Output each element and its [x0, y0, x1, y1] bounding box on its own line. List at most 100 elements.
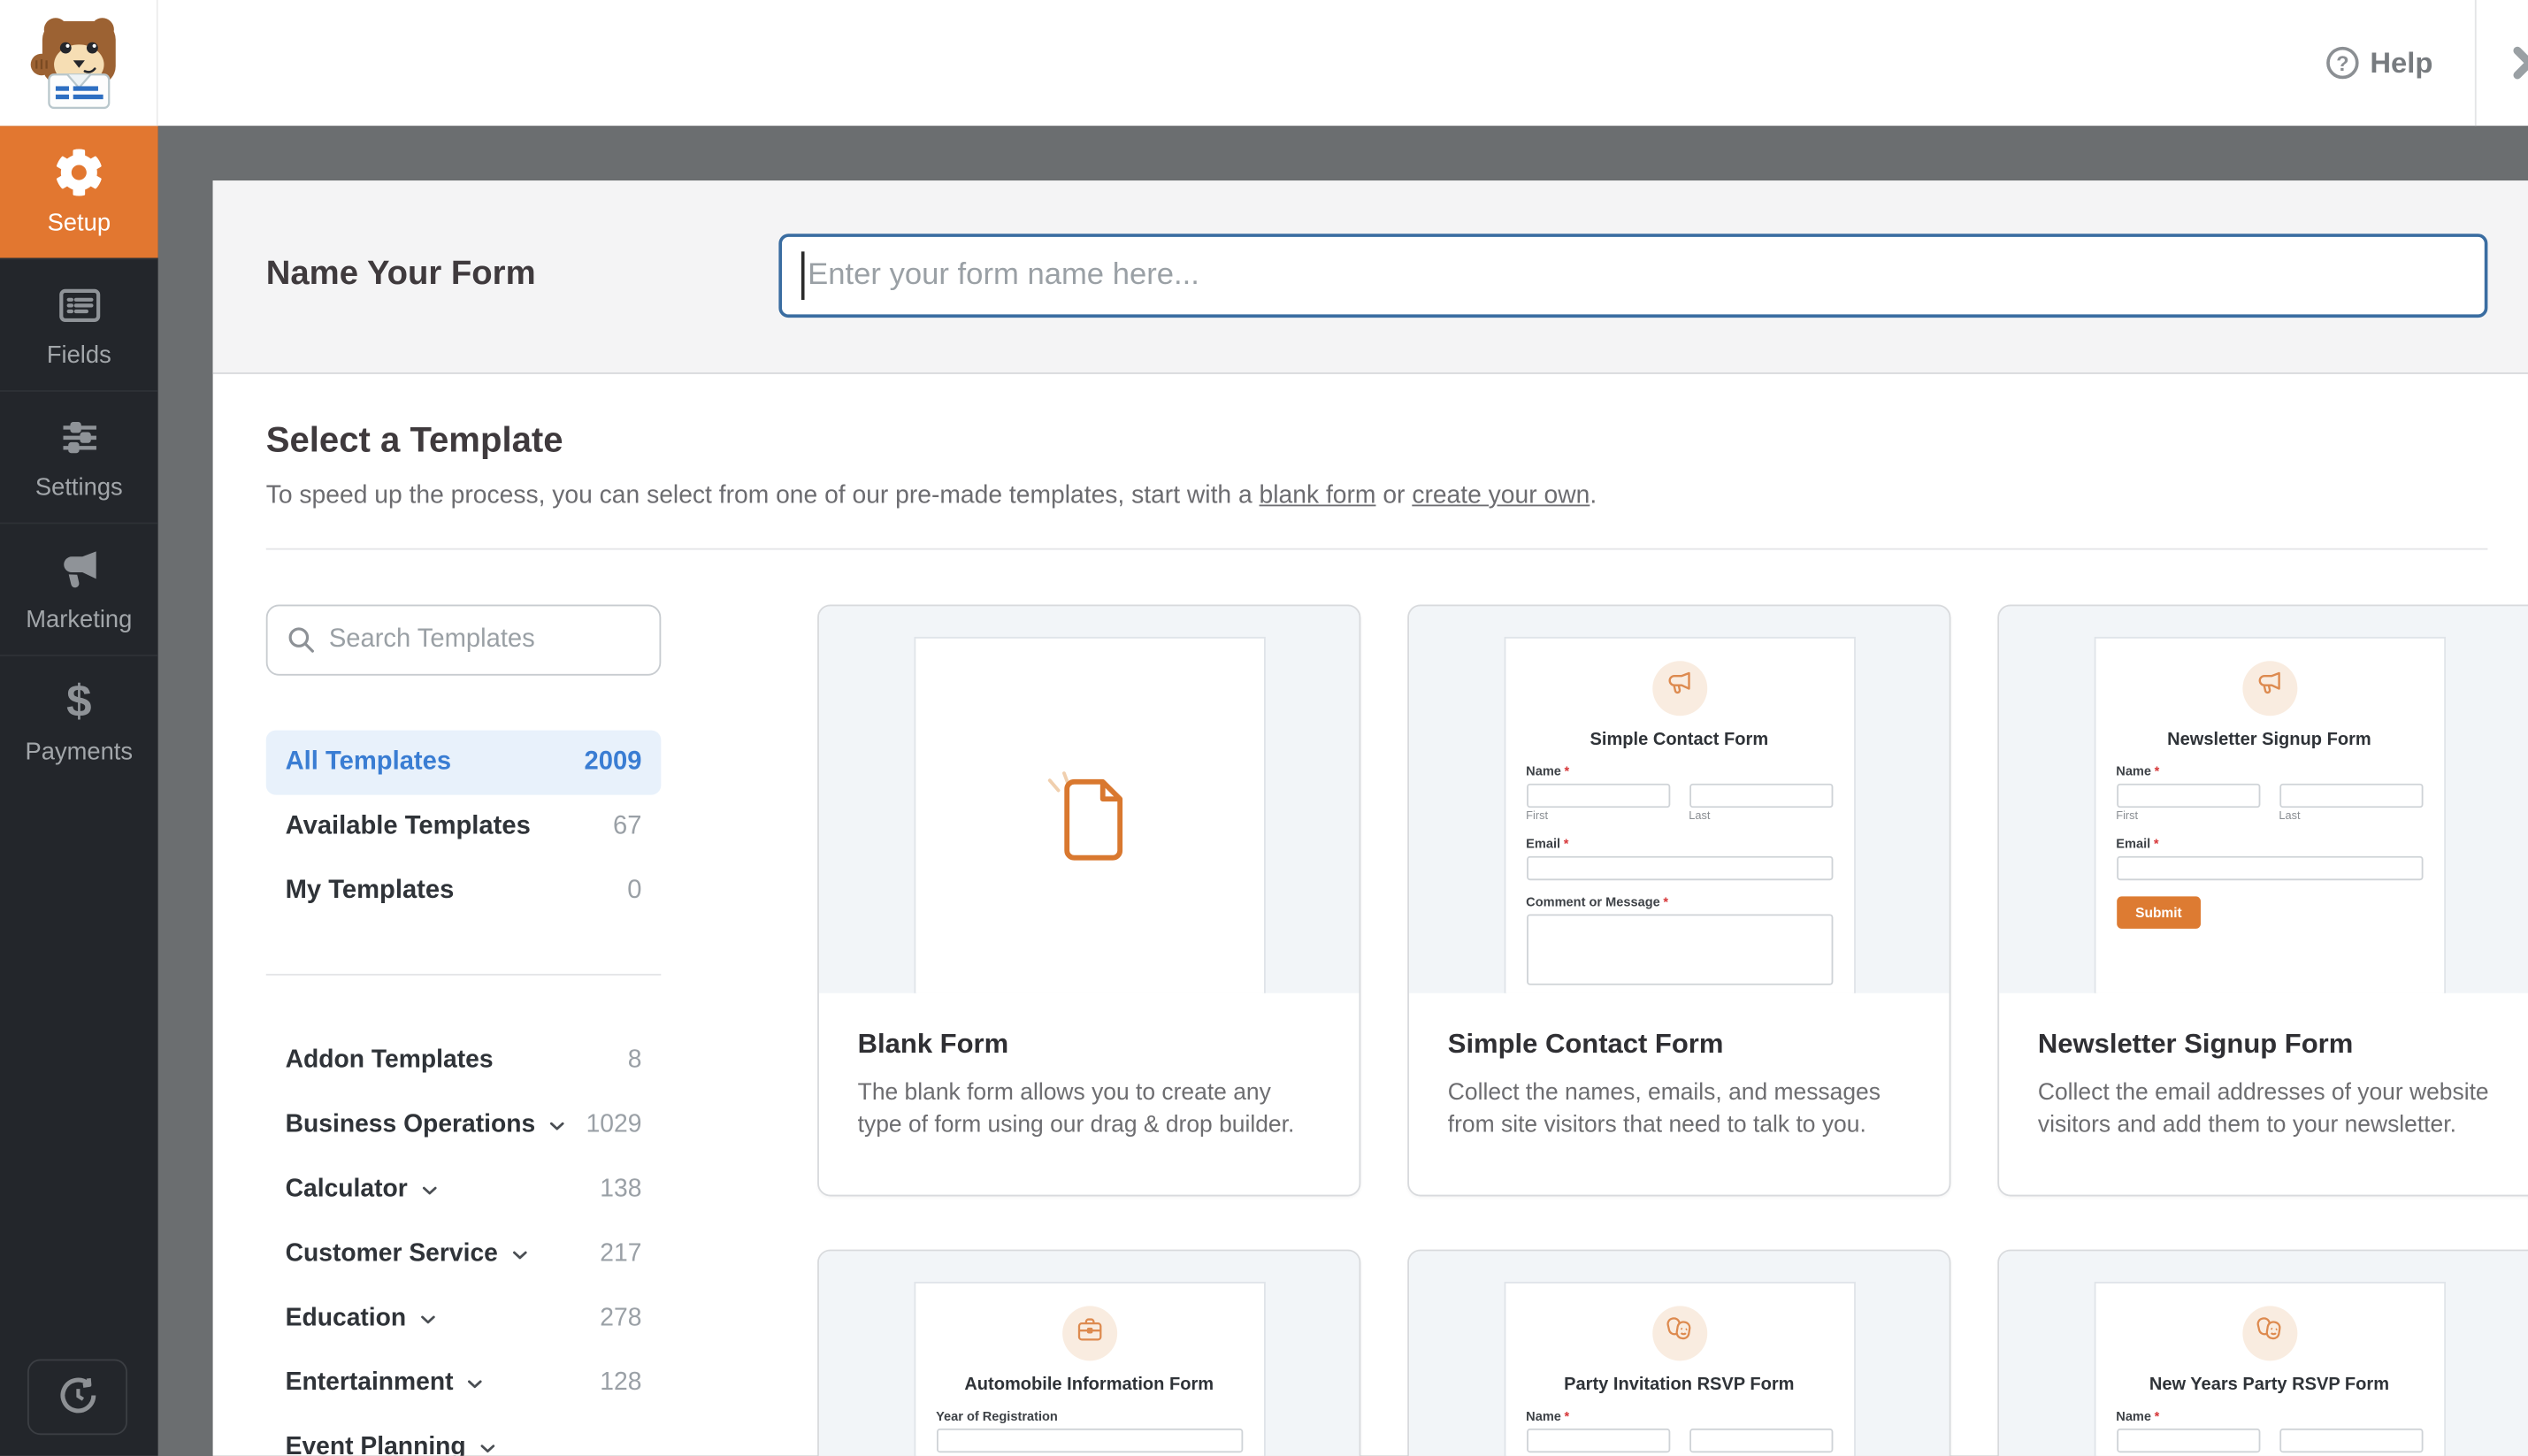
template-card-description: Collect the names, emails, and messages …: [1447, 1080, 1881, 1139]
filter-all-templates[interactable]: All Templates 2009: [265, 730, 662, 795]
category-label: Event Planning: [285, 1433, 466, 1456]
form-name-input[interactable]: [778, 234, 2488, 318]
mini-input: [936, 1428, 1243, 1453]
chevron-down-icon: [509, 1244, 531, 1265]
card-info: Blank Form The blank form allows you to c…: [819, 993, 1360, 1143]
sidebar-item-label: Settings: [34, 473, 123, 502]
template-card-party-invitation-rsvp-form[interactable]: Party Invitation RSVP Form Name*FirstLast…: [1407, 1249, 1951, 1456]
history-icon: [56, 1373, 99, 1422]
mini-input: [1526, 855, 1833, 881]
topbar: ? Help: [0, 0, 2528, 126]
card-preview: Newsletter Signup Form Name * First Last Emai…: [1999, 606, 2528, 993]
select-template-title: Select a Template: [265, 418, 563, 460]
template-card-new-years-party-rsvp-form[interactable]: New Years Party RSVP FormName*FirstLastE…: [1997, 1249, 2528, 1456]
setup-panel: Name Your Form Select a Template To spee…: [212, 180, 2528, 1456]
dollar-icon: $: [66, 675, 92, 726]
sidebar-item-label: Payments: [25, 738, 134, 766]
mini-field-label: Comment or Message *: [1526, 894, 1669, 910]
builder-sidebar: Setup Fields Settings Marketing $ Payments: [0, 126, 158, 1456]
megaphone-icon: [2252, 668, 2286, 709]
template-card-blank-form[interactable]: Blank Form The blank form allows you to c…: [817, 604, 1361, 1197]
mini-name-fields: FirstLast: [1526, 1423, 1833, 1455]
category-customer-service[interactable]: Customer Service 217: [266, 1222, 662, 1287]
template-thumbnail: New Years Party RSVP FormName*FirstLastE…: [2095, 1283, 2444, 1456]
template-card-automobile-information-form[interactable]: Automobile Information Form Year of Regis…: [817, 1249, 1361, 1456]
chevron-down-icon: [464, 1373, 486, 1394]
filter-my-templates[interactable]: My Templates 0: [266, 859, 662, 923]
sidebar-item-fields[interactable]: Fields: [0, 257, 158, 390]
sidebar-item-marketing[interactable]: Marketing: [0, 522, 158, 655]
megaphone-icon: [55, 545, 103, 594]
help-button[interactable]: ? Help: [2326, 46, 2475, 80]
mini-input: [2116, 783, 2260, 808]
search-templates-input[interactable]: [265, 604, 662, 676]
template-cards-grid: Blank Form The blank form allows you to c…: [817, 604, 2528, 1456]
mini-field-label: Year of Registration: [936, 1409, 1058, 1424]
category-label: Entertainment: [285, 1368, 454, 1397]
template-category-list: Addon Templates 8 Business Operations 1029 C…: [266, 1029, 662, 1456]
category-count: 278: [600, 1304, 642, 1332]
template-card-title: Newsletter Signup Form: [2037, 1028, 2354, 1060]
mini-input: [1526, 783, 1670, 808]
help-icon: ?: [2326, 46, 2359, 80]
sidebar-item-settings[interactable]: Settings: [0, 390, 158, 522]
filter-label: My Templates: [285, 877, 455, 905]
category-entertainment[interactable]: Entertainment 128: [266, 1351, 662, 1415]
template-badge: [2241, 661, 2297, 717]
mini-field-label: Email *: [1526, 836, 1569, 852]
sidebar-item-setup[interactable]: Setup: [0, 126, 158, 258]
search-templates-wrap: [265, 604, 662, 676]
mini-textarea: [1526, 914, 1833, 985]
gear-icon: [55, 148, 103, 196]
filter-count: 2009: [584, 747, 642, 776]
card-preview: Party Invitation RSVP Form Name*FirstLast…: [1409, 1251, 1950, 1456]
sliders-icon: [55, 413, 103, 462]
template-card-newsletter-signup-form[interactable]: Newsletter Signup Form Name * First Last Emai…: [1997, 604, 2528, 1197]
category-business-operations[interactable]: Business Operations 1029: [266, 1093, 662, 1158]
revision-history-button[interactable]: [27, 1359, 127, 1436]
category-count: 128: [600, 1368, 642, 1397]
sidebar-item-payments[interactable]: $ Payments: [0, 655, 158, 786]
help-label: Help: [2370, 45, 2433, 79]
search-icon: [284, 623, 319, 658]
category-addon-templates[interactable]: Addon Templates 8: [266, 1029, 662, 1093]
template-card-simple-contact-form[interactable]: Simple Contact Form Name * First Last Email * C…: [1407, 604, 1951, 1197]
template-badge: [1651, 661, 1707, 717]
mini-form-title: Newsletter Signup Form: [2167, 730, 2371, 750]
mini-input: [2279, 1428, 2423, 1453]
fields-icon: [55, 280, 103, 329]
close-builder-icon[interactable]: [2509, 42, 2528, 83]
template-thumbnail: Automobile Information Form Year of Regis…: [915, 1283, 1264, 1456]
template-columns: All Templates 2009 Available Templates 67 My…: [265, 550, 2528, 1456]
filter-available-templates[interactable]: Available Templates 67: [266, 795, 662, 860]
template-thumbnail: [915, 638, 1264, 993]
filter-count: 67: [612, 812, 642, 840]
description-text: To speed up the process, you can select …: [265, 481, 1260, 510]
mini-sublabel: First: [1526, 810, 1548, 823]
mini-input: [1526, 1428, 1670, 1453]
chevron-down-icon: [419, 1179, 440, 1200]
template-card-description: Collect the email addresses of your webs…: [2037, 1080, 2489, 1139]
template-card-title: Simple Contact Form: [1447, 1028, 1724, 1060]
mini-sublabel: Last: [1689, 810, 1711, 823]
category-event-planning[interactable]: Event Planning: [266, 1415, 662, 1456]
mini-field-label: Name *: [2116, 1409, 2160, 1424]
mini-field-label: Name *: [1526, 1409, 1570, 1424]
category-education[interactable]: Education 278: [266, 1287, 662, 1352]
masks-icon: [2252, 1313, 2286, 1354]
category-calculator[interactable]: Calculator 138: [266, 1158, 662, 1222]
create-your-own-link[interactable]: create your own: [1412, 482, 1590, 510]
sidebar-item-label: Setup: [47, 209, 111, 237]
mini-name-fields: FirstLast: [2116, 778, 2423, 823]
mini-name-fields: First Last: [1526, 778, 1833, 823]
mini-input: [2279, 783, 2423, 808]
text-caret: [801, 251, 804, 301]
chevron-down-icon: [418, 1308, 439, 1330]
template-badge: [1651, 1306, 1707, 1361]
template-card-title: Blank Form: [857, 1028, 1009, 1060]
mini-submit-button: Submit: [2116, 896, 2202, 929]
card-preview: Automobile Information Form Year of Regis…: [818, 1251, 1360, 1456]
topbar-right: ? Help: [2326, 0, 2528, 126]
template-badge: [2241, 1306, 2297, 1361]
blank-form-link[interactable]: blank form: [1260, 482, 1376, 510]
